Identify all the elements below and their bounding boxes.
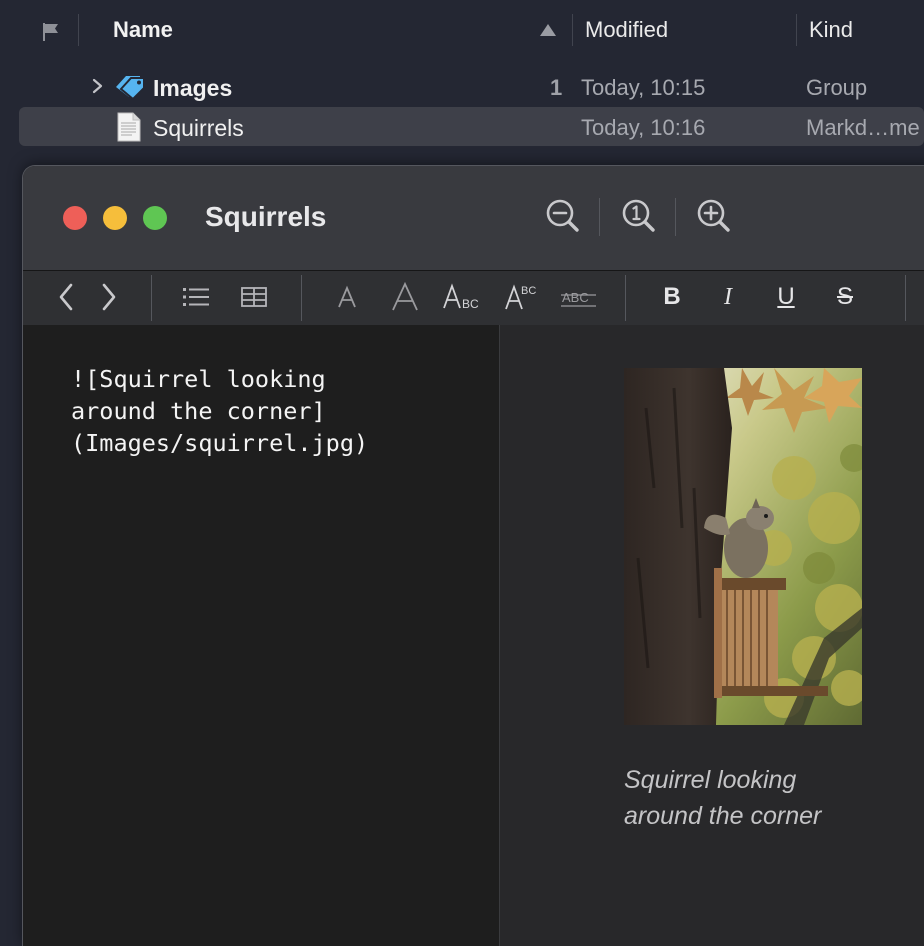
minimize-button[interactable]: [103, 206, 127, 230]
column-kind[interactable]: Kind: [809, 17, 853, 43]
underline-icon[interactable]: U: [771, 279, 801, 315]
svg-text:BC: BC: [521, 285, 536, 297]
preview-pane: Squirrel looking around the corner: [500, 325, 924, 946]
superscript-icon[interactable]: BC: [503, 279, 543, 315]
column-separator[interactable]: [572, 14, 573, 46]
row-name: Squirrels: [153, 115, 244, 141]
row-kind: Markd…me: [806, 115, 920, 140]
image-caption: Squirrel looking around the corner: [624, 766, 822, 830]
list-row-images[interactable]: Images 1 Today, 10:15 Group: [0, 67, 924, 107]
close-button[interactable]: [63, 206, 87, 230]
row-kind: Group: [806, 75, 868, 100]
bold-icon[interactable]: B: [657, 279, 687, 315]
list-row-squirrels[interactable]: Squirrels Today, 10:16 Markd…me: [0, 107, 924, 147]
zoom-out-icon[interactable]: [543, 196, 583, 236]
title-bar[interactable]: Squirrels: [23, 166, 924, 270]
small-caps-icon[interactable]: BC: [441, 279, 485, 315]
separator: [151, 275, 152, 321]
actual-size-icon[interactable]: [619, 196, 659, 236]
font-smaller-icon[interactable]: [333, 279, 361, 315]
editor-text[interactable]: ![Squirrel looking around the corner] (I…: [71, 363, 471, 459]
item-count: 1: [550, 75, 563, 100]
column-name[interactable]: Name: [113, 17, 173, 43]
strikeout-caps-icon[interactable]: ABC: [559, 279, 599, 315]
window-title: Squirrels: [205, 201, 327, 232]
column-separator[interactable]: [78, 14, 79, 46]
column-separator[interactable]: [796, 14, 797, 46]
svg-text:BC: BC: [462, 297, 479, 311]
row-modified: Today, 10:15: [581, 75, 706, 100]
format-toolbar: BC BC ABC B I U S: [23, 270, 924, 326]
separator: [599, 198, 600, 236]
markdown-editor[interactable]: ![Squirrel looking around the corner] (I…: [23, 325, 499, 946]
column-modified[interactable]: Modified: [585, 17, 668, 43]
forward-icon[interactable]: [96, 279, 122, 315]
font-larger-icon[interactable]: [389, 279, 421, 315]
zoom-in-icon[interactable]: [694, 196, 734, 236]
column-header-bar: Name Modified Kind: [0, 0, 924, 62]
tag-icon: [116, 76, 145, 101]
row-name: Images: [153, 75, 233, 101]
back-icon[interactable]: [53, 279, 79, 315]
italic-icon[interactable]: I: [713, 279, 743, 315]
flag-icon[interactable]: [42, 22, 60, 42]
chevron-right-icon[interactable]: [91, 78, 105, 94]
separator: [625, 275, 626, 321]
maximize-button[interactable]: [143, 206, 167, 230]
table-icon[interactable]: [237, 279, 271, 315]
document-icon: [117, 112, 141, 142]
list-icon[interactable]: [179, 279, 213, 315]
svg-text:ABC: ABC: [562, 290, 589, 305]
row-modified: Today, 10:16: [581, 115, 706, 140]
separator: [675, 198, 676, 236]
strikethrough-icon[interactable]: S: [827, 279, 863, 315]
separator: [301, 275, 302, 321]
separator: [905, 275, 906, 321]
document-window: Squirrels BC BC ABC B I U S ![Squirrel l…: [23, 166, 924, 946]
sort-ascending-icon[interactable]: [540, 24, 556, 36]
squirrel-image: [624, 368, 862, 725]
